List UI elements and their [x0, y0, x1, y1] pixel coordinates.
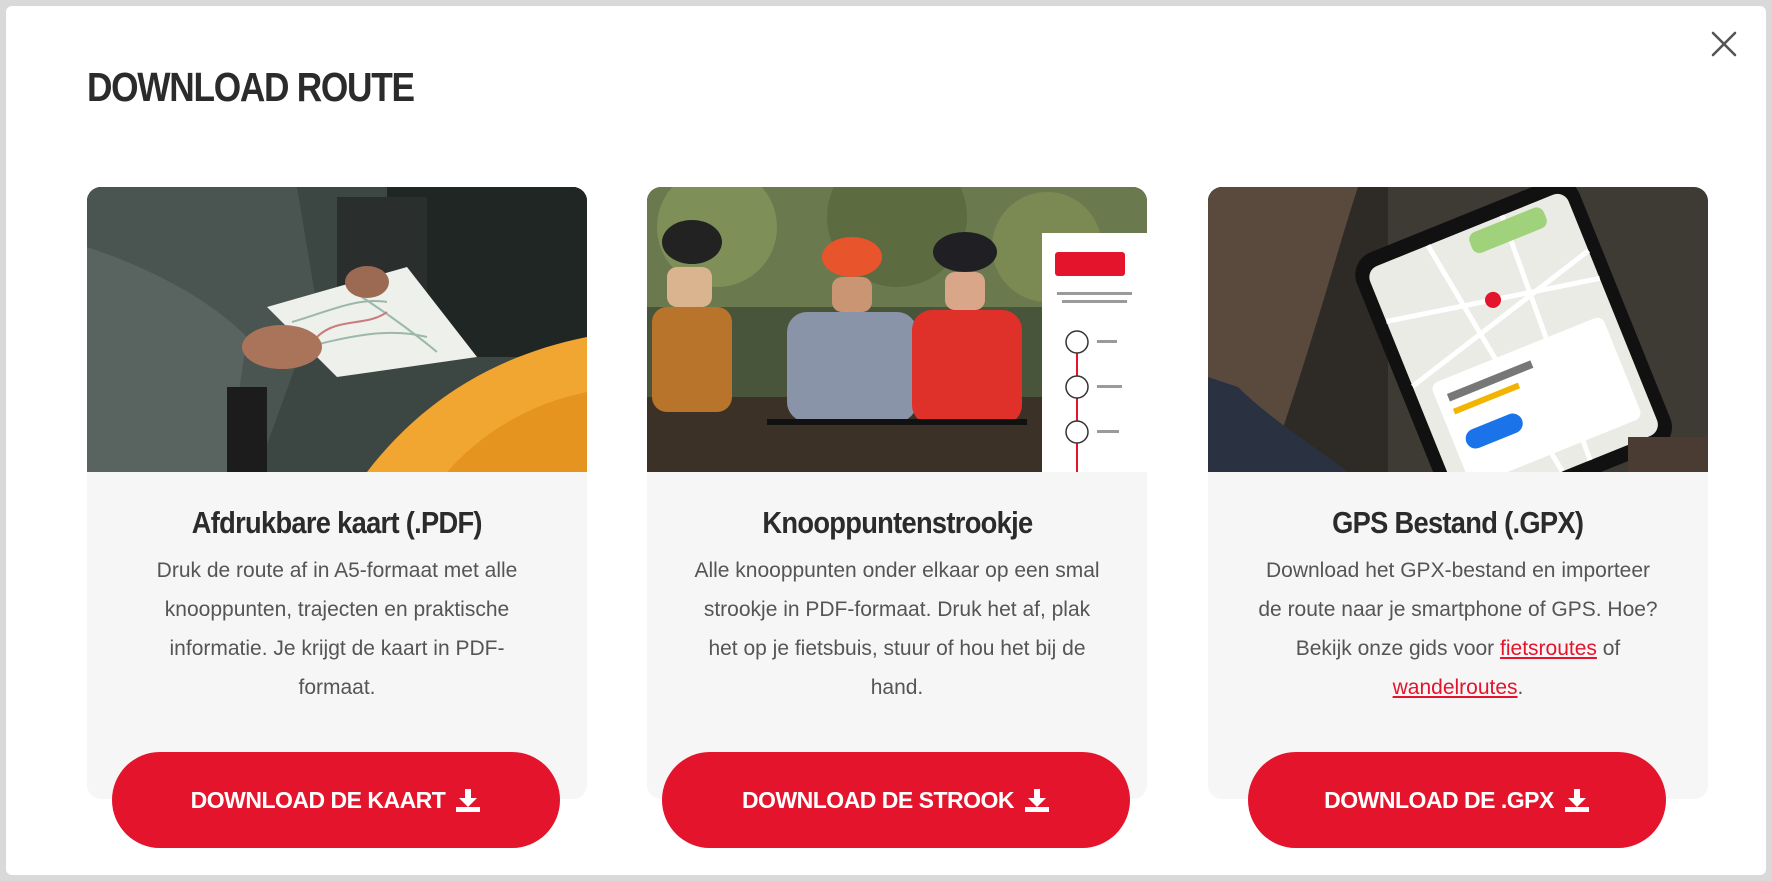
- button-label: DOWNLOAD DE STROOK: [741, 786, 1015, 813]
- modal-title: DOWNLOAD ROUTE: [87, 64, 415, 110]
- cyclists-photo: [647, 187, 1147, 472]
- download-gpx-button[interactable]: DOWNLOAD DE .GPX: [1248, 752, 1666, 848]
- download-icon: [456, 789, 481, 812]
- cycling-routes-link[interactable]: fietsroutes: [1500, 637, 1597, 660]
- card-title: Knooppuntenstrookje: [761, 505, 1033, 540]
- download-strip-button[interactable]: DOWNLOAD DE STROOK: [662, 752, 1130, 848]
- card-description: Druk de route af in A5-formaat met alle …: [156, 559, 518, 699]
- download-map-button[interactable]: DOWNLOAD DE KAART: [112, 752, 560, 848]
- download-route-modal: DOWNLOAD ROUTE Afdrukbare kaart (.PDF) D…: [6, 6, 1766, 875]
- button-label: DOWNLOAD DE .GPX: [1324, 786, 1554, 813]
- card-title: Afdrukbare kaart (.PDF): [191, 505, 483, 540]
- smartphone-map-photo: [1208, 187, 1708, 472]
- close-button[interactable]: [1704, 24, 1744, 64]
- walking-routes-link[interactable]: wandelroutes: [1393, 676, 1518, 699]
- card-description: Download het GPX-bestand en importeer de…: [1258, 559, 1658, 699]
- paper-map-photo: [87, 187, 587, 472]
- card-gpx-file: GPS Bestand (.GPX) Download het GPX-best…: [1208, 187, 1708, 848]
- card-node-strip: Knooppuntenstrookje Alle knooppunten ond…: [647, 187, 1147, 848]
- download-icon: [1025, 789, 1050, 812]
- button-label: DOWNLOAD DE KAART: [190, 786, 446, 813]
- close-icon: [1711, 31, 1737, 57]
- download-icon: [1564, 789, 1589, 812]
- card-title: GPS Bestand (.GPX): [1332, 505, 1584, 540]
- card-description: Alle knooppunten onder elkaar op een sma…: [694, 559, 1100, 699]
- card-printable-map: Afdrukbare kaart (.PDF) Druk de route af…: [87, 187, 587, 848]
